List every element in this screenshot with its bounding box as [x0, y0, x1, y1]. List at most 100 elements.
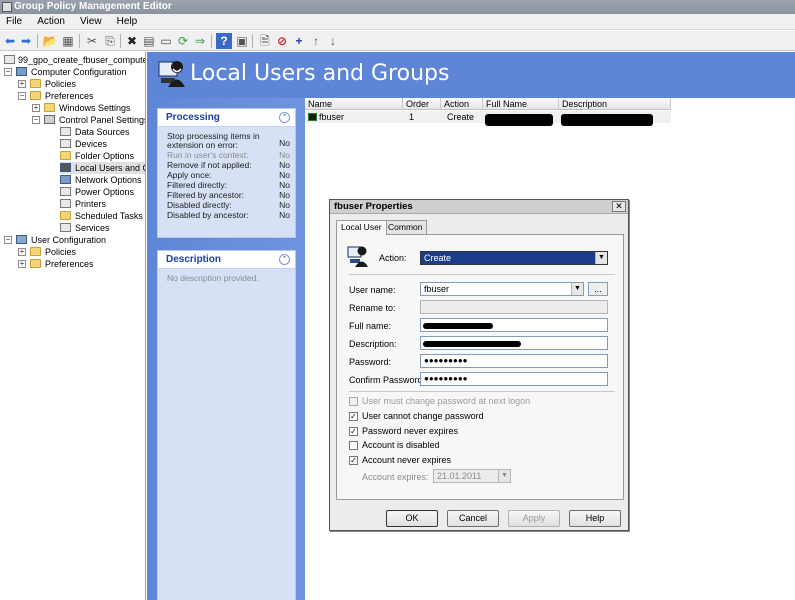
- redacted-full-name: [423, 323, 493, 329]
- gpo-icon: [4, 55, 15, 64]
- username-combo[interactable]: fbuser ▼: [420, 282, 584, 296]
- window-title: Group Policy Management Editor: [14, 1, 172, 12]
- column-action[interactable]: Action: [441, 98, 483, 110]
- printer-icon: [60, 199, 71, 208]
- collapse-icon[interactable]: −: [4, 68, 12, 76]
- print-icon[interactable]: ▭: [158, 33, 174, 49]
- menu-file[interactable]: File: [0, 14, 28, 29]
- up-folder-icon[interactable]: 📂: [42, 33, 58, 49]
- cut-icon[interactable]: ✂: [84, 33, 100, 49]
- back-icon[interactable]: ⬅: [2, 33, 18, 49]
- details-icon[interactable]: 🗎: [257, 33, 273, 49]
- description-input[interactable]: [420, 336, 608, 350]
- chevron-down-icon[interactable]: ▼: [571, 283, 583, 295]
- account-never-expires-label[interactable]: Account never expires: [362, 455, 451, 465]
- column-name[interactable]: Name: [305, 98, 403, 110]
- cancel-button[interactable]: Cancel: [447, 510, 499, 527]
- row-name: fbuser: [305, 111, 403, 123]
- collapse-icon[interactable]: −: [32, 116, 40, 124]
- cannot-change-label[interactable]: User cannot change password: [362, 411, 484, 421]
- password-label: Password:: [349, 357, 392, 367]
- password-never-expires-label[interactable]: Password never expires: [362, 426, 458, 436]
- ok-button[interactable]: OK: [386, 510, 438, 527]
- fullname-label: Full name:: [349, 321, 392, 331]
- action-select[interactable]: Create ▼: [420, 251, 608, 265]
- properties-icon[interactable]: ▤: [141, 33, 157, 49]
- processing-value: No: [279, 138, 290, 148]
- list-item[interactable]: fbuser 1 Create: [305, 111, 671, 126]
- expand-icon[interactable]: +: [18, 80, 26, 88]
- chevron-down-icon[interactable]: ▼: [595, 252, 607, 264]
- forward-icon[interactable]: ➡: [18, 33, 34, 49]
- description-title: Description: [166, 254, 222, 265]
- move-down-icon[interactable]: ↓: [325, 33, 341, 49]
- local-user-icon: [347, 246, 368, 267]
- column-description[interactable]: Description: [559, 98, 671, 110]
- menu-help[interactable]: Help: [111, 14, 144, 29]
- description-panel: Description ⌃ No description provided.: [157, 250, 296, 600]
- processing-value: No: [279, 150, 290, 160]
- export-icon[interactable]: ⇒: [192, 33, 208, 49]
- add-icon[interactable]: +: [291, 33, 307, 49]
- row-order: 1: [409, 112, 415, 122]
- help-icon[interactable]: ?: [216, 33, 232, 49]
- collapse-icon[interactable]: −: [18, 92, 26, 100]
- folder-icon: [30, 91, 41, 100]
- folder-options-icon: [60, 151, 71, 160]
- copy-icon[interactable]: ⎘: [102, 33, 118, 49]
- computer-icon: [16, 67, 27, 76]
- network-icon: [60, 175, 71, 184]
- processing-value: No: [279, 170, 290, 180]
- close-icon[interactable]: ✕: [612, 201, 626, 212]
- password-input[interactable]: ●●●●●●●●●: [420, 354, 608, 368]
- action-label: Action:: [379, 253, 407, 263]
- users-icon: [60, 163, 71, 172]
- console-tree: 99_gpo_create_fbuser_computer [ − Comput…: [0, 52, 146, 600]
- toolbar-separator: [211, 34, 212, 48]
- folder-icon: [30, 247, 41, 256]
- data-sources-icon: [60, 127, 71, 136]
- account-expires-picker: 21.01.2011 ▼: [433, 469, 511, 483]
- processing-value: No: [279, 200, 290, 210]
- account-expires-label: Account expires:: [362, 472, 429, 482]
- help-button[interactable]: Help: [569, 510, 621, 527]
- processing-label: Filtered directly:: [167, 180, 227, 190]
- browse-button[interactable]: ...: [588, 282, 608, 296]
- expand-icon[interactable]: +: [18, 248, 26, 256]
- confirm-password-input[interactable]: ●●●●●●●●●: [420, 372, 608, 386]
- scheduled-tasks-icon: [60, 211, 71, 220]
- divider: [349, 391, 615, 392]
- menu-view[interactable]: View: [74, 14, 108, 29]
- account-disabled-checkbox[interactable]: [349, 441, 358, 450]
- expand-icon[interactable]: +: [18, 260, 26, 268]
- page-title: Local Users and Groups: [190, 61, 450, 86]
- column-full-name[interactable]: Full Name: [483, 98, 559, 110]
- folder-icon: [30, 79, 41, 88]
- account-never-expires-checkbox[interactable]: ✓: [349, 456, 358, 465]
- move-up-icon[interactable]: ↑: [308, 33, 324, 49]
- list-header: Name Order Action Full Name Description: [305, 98, 671, 110]
- collapse-up-icon[interactable]: ⌃: [279, 112, 290, 123]
- menu-action[interactable]: Action: [31, 14, 71, 29]
- column-order[interactable]: Order: [403, 98, 441, 110]
- tab-common[interactable]: Common: [383, 220, 428, 234]
- show-tree-icon[interactable]: ▦: [60, 33, 76, 49]
- collapse-up-icon[interactable]: ⌃: [279, 254, 290, 265]
- window-title-bar: Group Policy Management Editor: [0, 0, 795, 14]
- password-never-expires-checkbox[interactable]: ✓: [349, 427, 358, 436]
- cannot-change-checkbox[interactable]: ✓: [349, 412, 358, 421]
- collapse-icon[interactable]: −: [4, 236, 12, 244]
- tree-item-local-users-groups[interactable]: Local Users and Gr: [60, 162, 145, 174]
- toolbar-separator: [37, 34, 38, 48]
- stop-icon[interactable]: ⊘: [274, 33, 290, 49]
- expand-icon[interactable]: +: [32, 104, 40, 112]
- account-disabled-label[interactable]: Account is disabled: [362, 440, 440, 450]
- delete-icon[interactable]: ✖: [124, 33, 140, 49]
- rename-label: Rename to:: [349, 303, 396, 313]
- description-panel-header: Description ⌃: [158, 251, 295, 269]
- row-action: Create: [447, 112, 475, 122]
- view-icon[interactable]: ▣: [234, 33, 250, 49]
- tab-local-user[interactable]: Local User: [336, 220, 387, 235]
- fullname-input[interactable]: [420, 318, 608, 332]
- refresh-icon[interactable]: ⟳: [175, 33, 191, 49]
